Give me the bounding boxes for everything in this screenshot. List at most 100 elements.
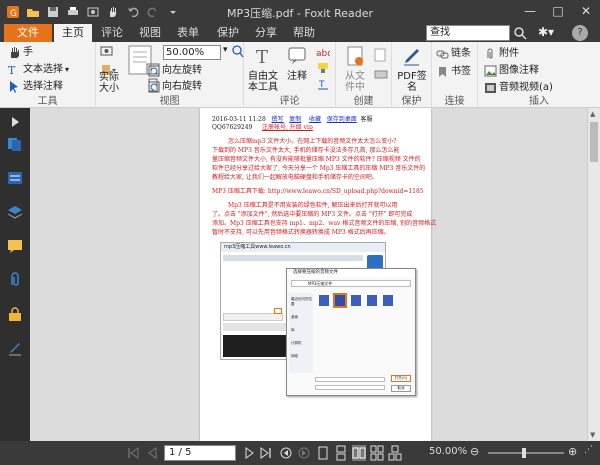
scroll-thumb[interactable] <box>590 122 598 162</box>
zoom-slider-thumb[interactable] <box>522 448 526 458</box>
audio-file-icon <box>383 295 393 306</box>
bookmarks-icon[interactable] <box>7 170 23 186</box>
text-markup-icon[interactable]: abc <box>316 46 332 61</box>
pen-sign-icon <box>404 49 419 66</box>
typewriter-button[interactable]: T 自由文 本工具 <box>248 45 278 93</box>
bookmark-button[interactable]: 书签 <box>436 64 471 79</box>
tab-home[interactable]: 主页 <box>54 24 92 42</box>
expand-panel-icon[interactable] <box>7 114 23 130</box>
scroll-up-icon[interactable]: ▲ <box>590 110 595 118</box>
tab-form[interactable]: 表单 <box>172 24 204 42</box>
doc-link-save[interactable]: 保存到桌面 <box>327 116 357 123</box>
image-annotation-label: 图像注释 <box>499 65 539 76</box>
rotate-left-button[interactable]: 向左旋转 <box>148 63 202 78</box>
note-icon <box>288 47 306 64</box>
last-page-icon[interactable] <box>259 445 273 461</box>
rotate-right-icon <box>148 81 160 92</box>
tab-comment[interactable]: 评论 <box>96 24 128 42</box>
image-annotation-button[interactable]: 图像注释 <box>484 63 539 78</box>
svg-text:abc: abc <box>316 49 330 58</box>
para2-line: 了。点击 "添加文件", 然后选中要压缩的 MP3 文件。点击 "打开" 即可完… <box>212 211 413 218</box>
page-number-input[interactable]: 1 / 5 <box>164 445 236 461</box>
attachment-button[interactable]: 附件 <box>484 46 519 61</box>
tab-file[interactable]: 文件 <box>4 24 52 42</box>
dialog-sidebar-item: 计算机 <box>291 341 302 345</box>
navigation-panel <box>0 108 30 441</box>
close-icon[interactable]: ✕ <box>576 2 596 20</box>
group-label-create: 创建 <box>353 96 374 107</box>
dialog-sidebar-item: 库 <box>291 328 295 332</box>
app-buttons-row <box>223 313 283 321</box>
blank-page-icon[interactable] <box>374 48 386 65</box>
group-label-link: 连接 <box>444 96 465 107</box>
tab-share[interactable]: 分享 <box>250 24 282 42</box>
download-line[interactable]: MP3 压缩工具下载: http://www.leawo.cn/SD_uploa… <box>212 186 424 195</box>
zoom-in-icon[interactable] <box>232 45 244 62</box>
go-back-icon[interactable] <box>279 445 293 461</box>
first-page-icon[interactable] <box>126 445 140 461</box>
dialog-path: MP3压缩文件 <box>291 280 411 287</box>
chevron-down-icon: ▾ <box>65 65 70 74</box>
para1-line: 怎么压缩mp3 文件大小。在网上下载的音频文件太大怎么变小? <box>228 138 397 145</box>
zoom-select[interactable]: 50.00% <box>163 45 221 60</box>
zoom-dropdown-icon[interactable]: ▾ <box>223 45 228 55</box>
document-view[interactable]: 2016-03-11 11:28 撰写 复制 收藏 保存到桌面 客服 QQ676… <box>30 108 587 441</box>
highlight-icon[interactable] <box>317 62 329 77</box>
previous-page-icon[interactable] <box>145 445 159 461</box>
actual-size-label: 实际 大小 <box>99 72 119 94</box>
facing-page-icon[interactable] <box>352 445 366 461</box>
pages-icon[interactable] <box>7 136 23 152</box>
tab-protect[interactable]: 保护 <box>212 24 244 42</box>
scan-icon[interactable] <box>374 68 388 83</box>
separate-cover-icon[interactable] <box>388 445 402 461</box>
maximize-icon[interactable]: □ <box>548 2 568 20</box>
next-page-icon[interactable] <box>243 445 257 461</box>
comments-icon[interactable] <box>7 238 23 254</box>
pdf-sign-button[interactable]: PDF签 名 <box>396 45 428 93</box>
app-header-row <box>223 255 363 261</box>
status-bar: 1 / 5 50.00% ⊖ ⊕ ⋰ <box>0 441 600 465</box>
go-forward-icon[interactable] <box>297 445 311 461</box>
hand-tool-button[interactable]: 手 <box>8 45 33 60</box>
snapshot-icon[interactable] <box>100 45 113 60</box>
scroll-down-icon[interactable]: ▼ <box>590 431 595 439</box>
app-settings-row <box>223 323 287 331</box>
single-page-icon[interactable] <box>316 445 330 461</box>
dialog-filetype-field <box>315 385 385 390</box>
attachments-icon[interactable] <box>7 272 23 288</box>
layers-icon[interactable] <box>7 204 23 220</box>
tab-view[interactable]: 视图 <box>134 24 166 42</box>
link-icon <box>436 50 449 58</box>
signature-icon[interactable] <box>7 340 23 356</box>
security-lock-icon[interactable] <box>7 306 23 322</box>
audio-file-icon <box>333 293 347 308</box>
zoom-slider[interactable] <box>488 448 564 458</box>
pdf-sign-label: PDF签 名 <box>397 71 427 93</box>
zoom-percent[interactable]: 50.00% <box>429 446 467 457</box>
zoom-in-status-icon[interactable]: ⊕ <box>568 445 582 461</box>
tab-help[interactable]: 帮助 <box>288 24 320 42</box>
note-button[interactable]: 注释 <box>284 45 310 82</box>
link-label: 链条 <box>451 48 471 59</box>
actual-size-button[interactable]: 实际 大小 <box>98 72 120 94</box>
file-dialog-image: 选择要压缩的音频文件 MP3压缩文件 最近访问的位置 桌面 库 计算机 网络 打… <box>286 268 416 396</box>
para2-line: Mp3 压缩工具是不用安装的绿色软件, 解压出来后打开就可以用 <box>228 202 398 209</box>
rotate-left-label: 向左旋转 <box>162 65 202 76</box>
underline-icon[interactable]: T <box>317 78 329 93</box>
vertical-scrollbar[interactable]: ▲ ▼ <box>587 108 600 441</box>
search-icon[interactable] <box>512 25 528 41</box>
zoom-out-icon[interactable]: ⊖ <box>470 445 484 461</box>
link-button[interactable]: 链条 <box>436 46 471 61</box>
search-input[interactable]: 查找 <box>426 25 510 41</box>
select-text-button[interactable]: T 文本选择 ▾ <box>8 62 69 77</box>
continuous-page-icon[interactable] <box>334 445 348 461</box>
para1-line: 软件已经分享过给大家了, 今天分享一个 Mp3 压缩工具的压缩 MP3 音乐文件… <box>212 165 426 172</box>
gear-icon[interactable]: ✱▾ <box>538 25 554 39</box>
help-icon[interactable]: ? <box>572 25 588 41</box>
doc-note[interactable]: 注册帐号, 升级 vip <box>262 124 313 131</box>
para2-line: 暂时不支持, 可以先用音频格式转换器转换成 MP3 格式后再压缩。 <box>212 229 390 236</box>
continuous-facing-icon[interactable] <box>370 445 384 461</box>
resize-grip-icon[interactable]: ⋰ <box>584 445 598 461</box>
minimize-icon[interactable]: — <box>520 2 540 20</box>
from-file-button[interactable]: 从文 件中 <box>342 45 368 93</box>
